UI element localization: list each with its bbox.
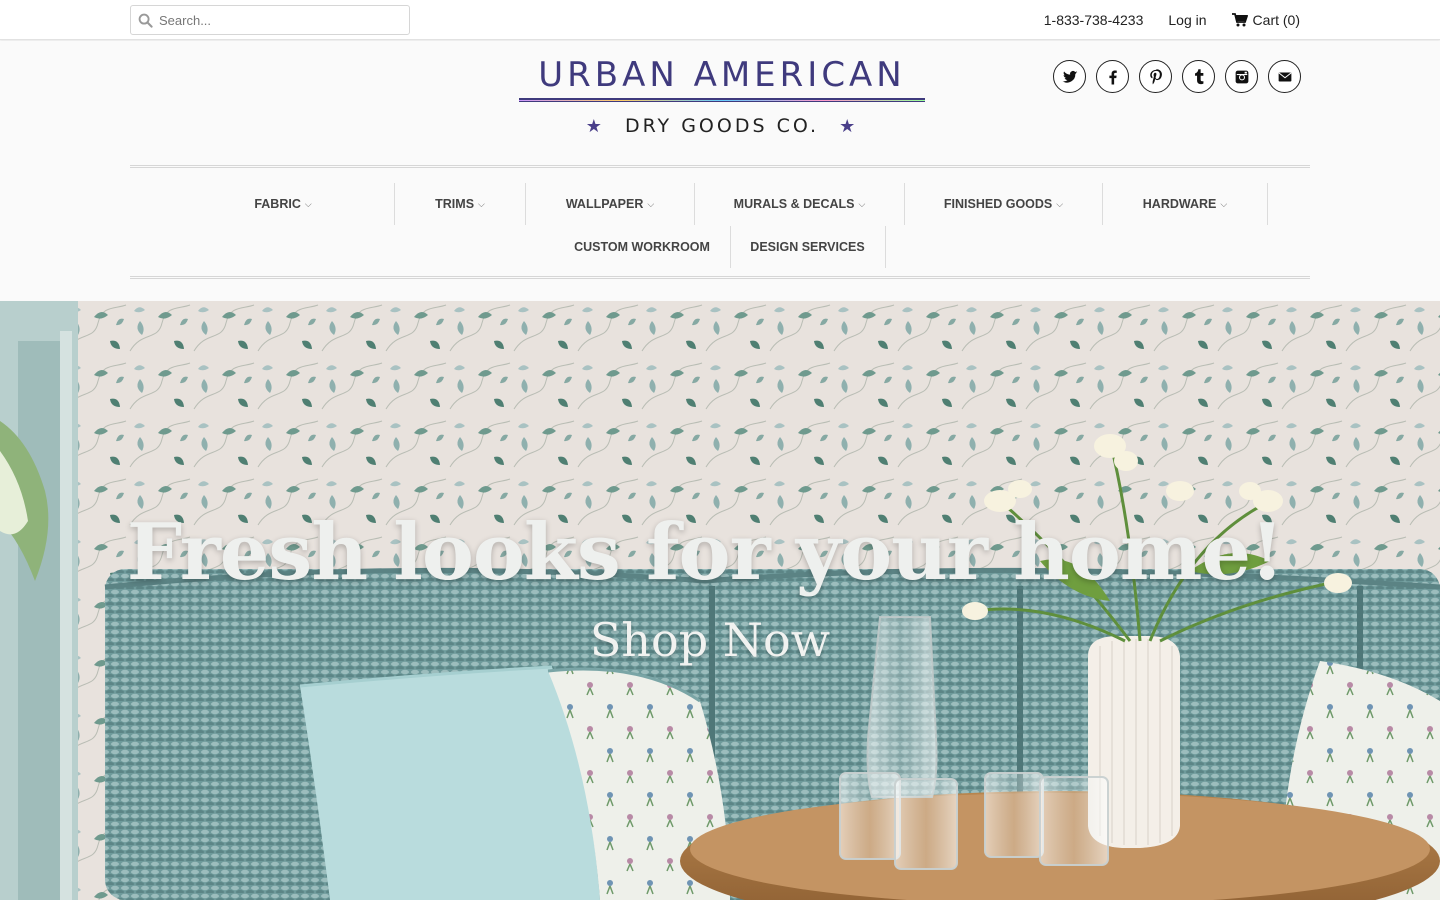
nav-row-secondary: CUSTOM WORKROOM DESIGN SERVICES <box>130 226 1310 268</box>
facebook-icon[interactable] <box>1096 60 1129 93</box>
cart-link[interactable]: Cart (0) <box>1231 12 1300 28</box>
chevron-down-icon: ⌵ <box>304 198 312 209</box>
chevron-down-icon: ⌵ <box>858 198 866 209</box>
star-icon: ★ <box>585 116 605 137</box>
search-box[interactable] <box>130 5 410 35</box>
main-nav: FABRIC ⌵ TRIMS ⌵ WALLPAPER ⌵ MURALS & DECAL… <box>130 165 1310 279</box>
site-header: URBAN AMERICAN ★ DRY GOODS CO. ★ FABRIC ⌵ T… <box>0 41 1440 301</box>
hero-banner[interactable]: Fresh looks for your home! Shop Now <box>0 301 1440 900</box>
social-links <box>1053 60 1301 93</box>
shop-now-link[interactable]: Shop Now <box>0 613 1420 667</box>
nav-row-primary: FABRIC ⌵ TRIMS ⌵ WALLPAPER ⌵ MURALS & DECAL… <box>130 183 1310 225</box>
hero-image <box>0 301 1440 900</box>
cart-icon <box>1231 13 1248 27</box>
nav-item-murals-decals[interactable]: MURALS & DECALS ⌵ <box>695 183 905 225</box>
nav-label: DESIGN SERVICES <box>750 240 865 254</box>
login-link[interactable]: Log in <box>1168 12 1206 28</box>
nav-item-fabric[interactable]: FABRIC ⌵ <box>172 183 395 225</box>
pinterest-icon[interactable] <box>1139 60 1172 93</box>
nav-item-hardware[interactable]: HARDWARE ⌵ <box>1103 183 1268 225</box>
chevron-down-icon: ⌵ <box>647 198 655 209</box>
nav-label: FINISHED GOODS <box>943 197 1053 211</box>
site-logo[interactable]: URBAN AMERICAN ★ DRY GOODS CO. ★ <box>519 55 925 139</box>
instagram-icon[interactable] <box>1225 60 1258 93</box>
nav-label: WALLPAPER <box>565 197 644 211</box>
account-links: 1-833-738-4233 Log in Cart (0) <box>1044 0 1300 40</box>
logo-subtitle-row: ★ DRY GOODS CO. ★ <box>519 113 925 139</box>
tumblr-icon[interactable] <box>1182 60 1215 93</box>
nav-label: TRIMS <box>435 197 475 211</box>
search-icon <box>138 13 153 28</box>
phone-link[interactable]: 1-833-738-4233 <box>1044 12 1144 28</box>
nav-item-trims[interactable]: TRIMS ⌵ <box>395 183 526 225</box>
email-icon[interactable] <box>1268 60 1301 93</box>
hero-title: Fresh looks for your home! <box>126 507 1285 598</box>
top-bar: 1-833-738-4233 Log in Cart (0) <box>0 0 1440 40</box>
cart-label: Cart (0) <box>1252 12 1300 28</box>
nav-label: MURALS & DECALS <box>733 197 855 211</box>
nav-item-design-services[interactable]: DESIGN SERVICES <box>731 226 886 268</box>
nav-label: FABRIC <box>254 197 301 211</box>
nav-item-wallpaper[interactable]: WALLPAPER ⌵ <box>526 183 695 225</box>
nav-label: HARDWARE <box>1142 197 1217 211</box>
twitter-icon[interactable] <box>1053 60 1086 93</box>
chevron-down-icon: ⌵ <box>478 198 485 209</box>
star-icon: ★ <box>839 116 859 137</box>
chevron-down-icon: ⌵ <box>1220 198 1228 209</box>
logo-rule <box>519 98 925 102</box>
nav-item-finished-goods[interactable]: FINISHED GOODS ⌵ <box>905 183 1103 225</box>
nav-label: CUSTOM WORKROOM <box>574 240 710 254</box>
chevron-down-icon: ⌵ <box>1056 198 1064 209</box>
nav-item-custom-workroom[interactable]: CUSTOM WORKROOM <box>555 226 731 268</box>
logo-title: URBAN AMERICAN <box>538 55 906 95</box>
logo-subtitle: DRY GOODS CO. <box>624 115 820 137</box>
search-input[interactable] <box>159 10 399 30</box>
